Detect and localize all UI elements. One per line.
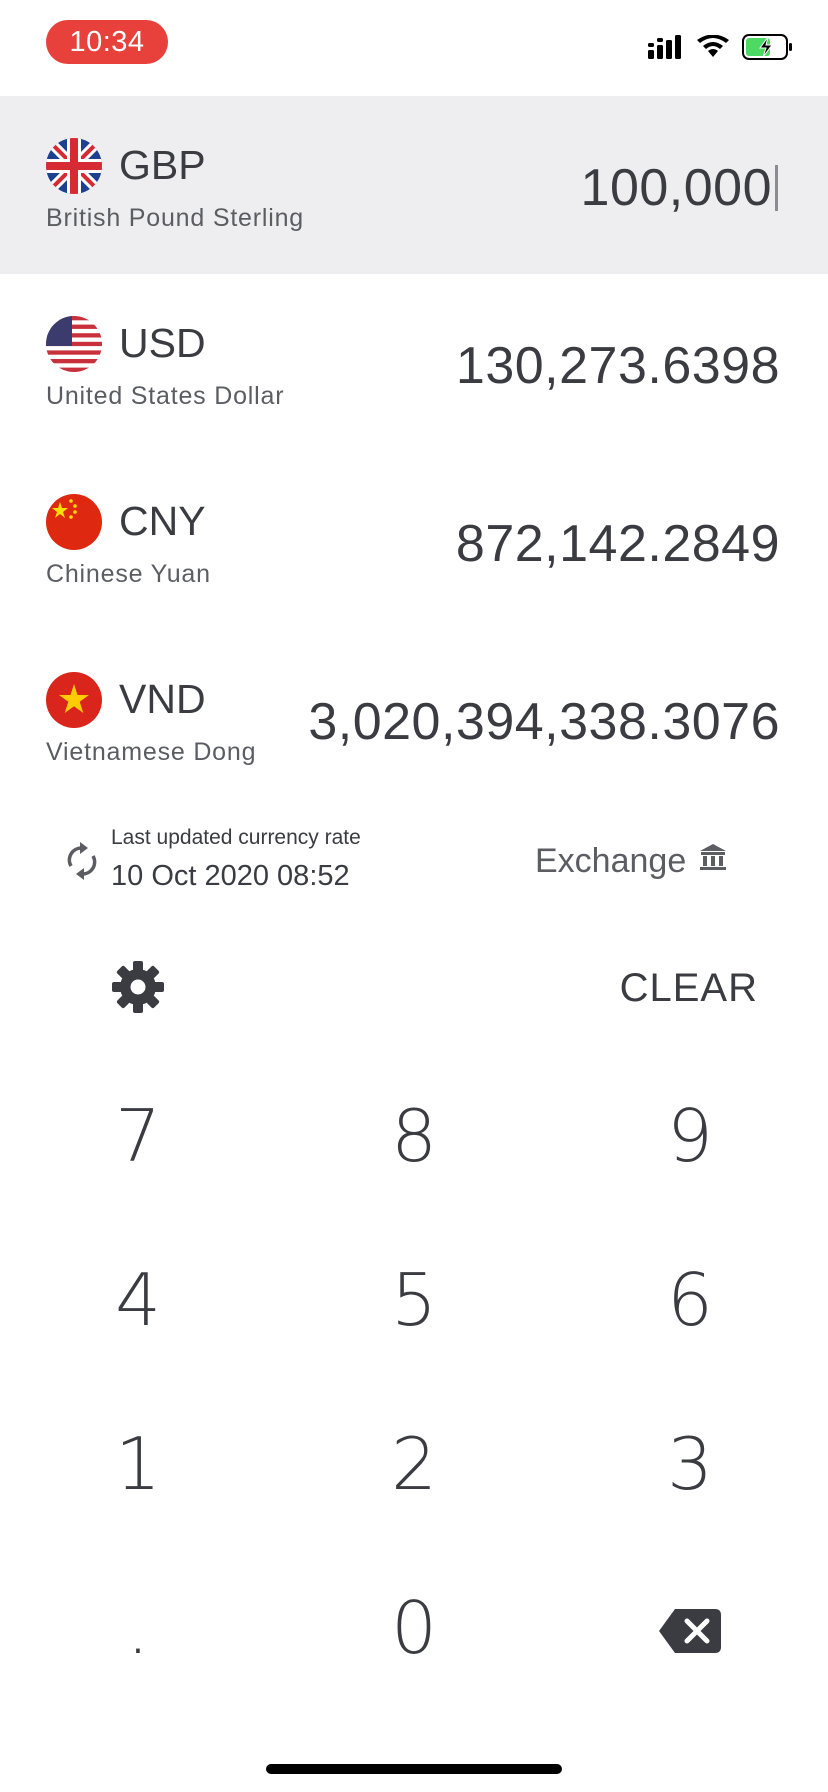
converted-amount: 130,273.6398 <box>455 337 780 395</box>
key-0[interactable]: 0 <box>276 1546 552 1710</box>
rate-info: Last updated currency rate 10 Oct 2020 0… <box>0 812 828 922</box>
currency-row-gbp[interactable]: GBP British Pound Sterling 100,000 <box>0 96 828 274</box>
currency-code: VND <box>119 676 206 722</box>
status-bar: 10:34 <box>0 0 828 96</box>
bank-icon <box>698 842 728 881</box>
keypad: CLEAR 7 8 9 4 5 6 1 2 3 . 0 <box>0 924 828 1710</box>
key-6[interactable]: 6 <box>552 1218 828 1382</box>
currency-name: Vietnamese Dong <box>46 738 257 766</box>
currency-row-vnd[interactable]: VND Vietnamese Dong 3,020,394,338.3076 <box>0 630 828 808</box>
battery-charging-icon <box>742 34 794 65</box>
status-time: 10:34 <box>46 20 168 64</box>
amount-input[interactable]: 100,000 <box>581 158 778 218</box>
vietnam-flag-icon <box>46 672 102 728</box>
converted-amount: 872,142.2849 <box>455 515 780 573</box>
status-icons <box>648 34 794 65</box>
wifi-icon <box>696 34 730 64</box>
key-4[interactable]: 4 <box>0 1218 276 1382</box>
currency-name: United States Dollar <box>46 382 285 410</box>
refresh-icon[interactable] <box>66 842 98 885</box>
key-decimal[interactable]: . <box>0 1546 276 1710</box>
currency-name: British Pound Sterling <box>46 204 305 232</box>
currency-list: GBP British Pound Sterling 100,000 USD U… <box>0 96 828 808</box>
key-8[interactable]: 8 <box>276 1054 552 1218</box>
key-1[interactable]: 1 <box>0 1382 276 1546</box>
currency-code: CNY <box>119 498 206 544</box>
backspace-icon <box>659 1586 721 1670</box>
us-flag-icon <box>46 316 102 372</box>
amount-value: 100,000 <box>580 159 772 217</box>
china-flag-icon <box>46 494 102 550</box>
converted-amount: 3,020,394,338.3076 <box>308 693 780 751</box>
clear-button[interactable]: CLEAR <box>620 966 758 1011</box>
currency-code: GBP <box>119 142 206 188</box>
key-5[interactable]: 5 <box>276 1218 552 1382</box>
backspace-button[interactable] <box>552 1546 828 1710</box>
exchange-label: Exchange <box>535 842 687 880</box>
key-2[interactable]: 2 <box>276 1382 552 1546</box>
keypad-toolbar: CLEAR <box>0 924 828 1054</box>
key-3[interactable]: 3 <box>552 1382 828 1546</box>
settings-gear-icon[interactable] <box>110 959 166 1020</box>
key-7[interactable]: 7 <box>0 1054 276 1218</box>
currency-code: USD <box>119 320 206 366</box>
exchange-button[interactable]: Exchange <box>535 842 728 881</box>
home-indicator[interactable] <box>266 1764 562 1774</box>
currency-row-usd[interactable]: USD United States Dollar 130,273.6398 <box>0 274 828 452</box>
uk-flag-icon <box>46 138 102 194</box>
last-updated-date: 10 Oct 2020 08:52 <box>111 860 350 892</box>
signal-icon <box>648 35 684 64</box>
last-updated-label: Last updated currency rate <box>111 826 361 849</box>
key-9[interactable]: 9 <box>552 1054 828 1218</box>
number-pad: 7 8 9 4 5 6 1 2 3 . 0 <box>0 1054 828 1710</box>
text-cursor <box>775 165 778 211</box>
currency-name: Chinese Yuan <box>46 560 211 588</box>
currency-row-cny[interactable]: CNY Chinese Yuan 872,142.2849 <box>0 452 828 630</box>
